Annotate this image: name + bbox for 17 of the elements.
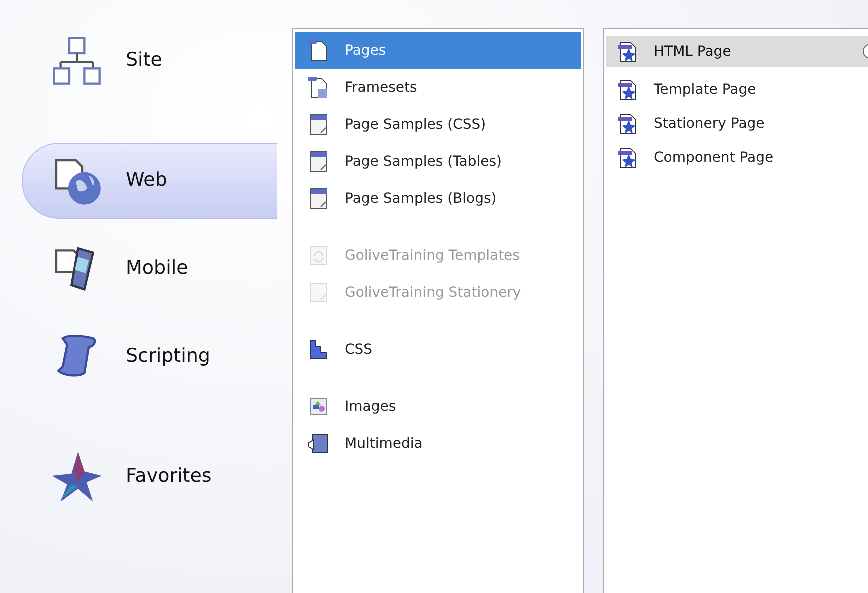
category-label[interactable]: Web bbox=[126, 169, 168, 191]
list-item[interactable]: Stationery Page bbox=[606, 107, 868, 141]
list-item[interactable]: Framesets bbox=[295, 69, 581, 106]
category-label[interactable]: Scripting bbox=[126, 345, 210, 367]
category-label[interactable]: Mobile bbox=[126, 257, 188, 279]
category-label[interactable]: Site bbox=[126, 49, 162, 71]
list-item[interactable]: Page Samples (CSS) bbox=[295, 106, 581, 143]
list-item[interactable]: Images bbox=[295, 388, 581, 425]
category-label[interactable]: Favorites bbox=[126, 465, 212, 487]
list-item[interactable]: Page Samples (Tables) bbox=[295, 143, 581, 180]
list-item[interactable]: Template Page bbox=[606, 73, 868, 107]
list-item[interactable]: Page Samples (Blogs) bbox=[295, 180, 581, 217]
list-item[interactable]: HTML Page bbox=[606, 36, 868, 67]
list-item[interactable]: Multimedia bbox=[295, 425, 581, 462]
list-item[interactable]: Component Page bbox=[606, 141, 868, 175]
list-item[interactable]: CSS bbox=[295, 331, 581, 368]
list-item[interactable]: Pages bbox=[295, 32, 581, 69]
